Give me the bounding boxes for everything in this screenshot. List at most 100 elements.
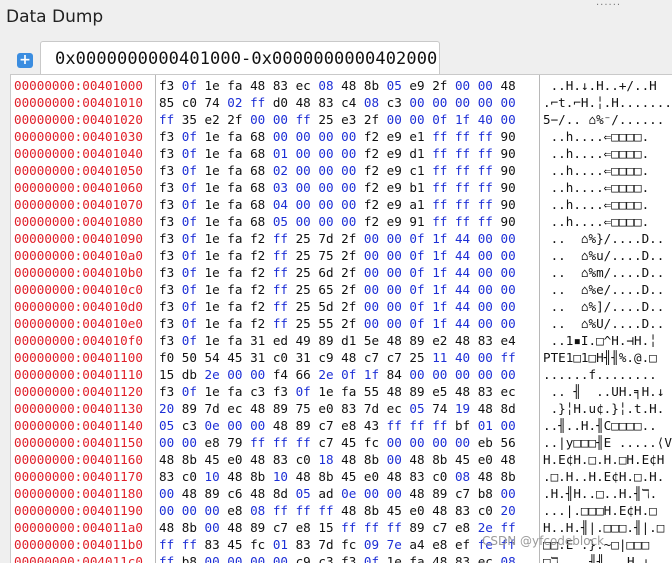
dump-row[interactable]: 00000000:00401170 83 c0 10 48 8b 10 48 8b… <box>11 468 672 485</box>
hex-byte[interactable]: e8 <box>205 435 220 450</box>
hex-byte[interactable]: 00 <box>364 486 379 501</box>
hex-byte[interactable]: 05 <box>273 214 288 229</box>
hex-byte[interactable]: 48 <box>387 333 402 348</box>
hex-byte[interactable]: f3 <box>273 384 288 399</box>
hex-byte[interactable]: 09 <box>364 537 379 552</box>
hex-byte[interactable]: 1e <box>205 333 220 348</box>
hex-byte[interactable]: 25 <box>409 350 424 365</box>
hex-byte[interactable]: ff <box>455 197 470 212</box>
hex-byte[interactable]: 0f <box>409 282 424 297</box>
hex-byte[interactable]: b8 <box>478 486 493 501</box>
hex-byte[interactable]: 68 <box>250 214 265 229</box>
hex-byte[interactable]: f3 <box>159 282 174 297</box>
hex-byte[interactable]: 7d <box>318 537 333 552</box>
hex-byte[interactable]: 44 <box>455 316 470 331</box>
hex-byte[interactable]: 40 <box>455 350 470 365</box>
hex-byte[interactable]: 1f <box>432 265 447 280</box>
hex-byte[interactable]: c4 <box>341 95 356 110</box>
hex-byte[interactable]: 5d <box>318 299 333 314</box>
hex-byte[interactable]: 00 <box>159 486 174 501</box>
hex-byte[interactable]: f2 <box>250 282 265 297</box>
hex-byte[interactable]: 45 <box>205 452 220 467</box>
hex-byte[interactable]: 89 <box>432 486 447 501</box>
hex-byte[interactable]: 00 <box>387 231 402 246</box>
hex-byte[interactable]: 00 <box>341 214 356 229</box>
hex-byte[interactable]: c3 <box>250 384 265 399</box>
hex-byte[interactable]: 83 <box>273 78 288 93</box>
hex-byte[interactable]: 00 <box>455 78 470 93</box>
hex-byte[interactable]: 48 <box>409 486 424 501</box>
hex-byte[interactable]: 00 <box>364 248 379 263</box>
hex-byte[interactable]: f3 <box>159 197 174 212</box>
hex-byte[interactable]: 89 <box>409 333 424 348</box>
hex-byte[interactable]: f3 <box>159 214 174 229</box>
hex-byte[interactable]: 25 <box>296 248 311 263</box>
hex-byte[interactable]: 44 <box>455 248 470 263</box>
hex-byte[interactable]: e9 <box>387 163 402 178</box>
hex-byte[interactable]: f2 <box>364 197 379 212</box>
hex-byte[interactable]: fa <box>227 248 242 263</box>
hex-byte[interactable]: c3 <box>182 418 197 433</box>
hex-byte[interactable]: f2 <box>364 129 379 144</box>
hex-byte[interactable]: 40 <box>478 112 493 127</box>
hex-dump-view[interactable]: 00000000:00401000 f3 0f 1e fa 48 83 ec 08… <box>10 74 672 563</box>
dump-row[interactable]: 00000000:00401020 ff 35 e2 2f 00 00 ff 25… <box>11 111 672 128</box>
hex-byte[interactable]: 00 <box>409 95 424 110</box>
hex-byte[interactable]: 48 <box>432 503 447 518</box>
hex-byte[interactable]: 2f <box>227 112 242 127</box>
hex-byte[interactable]: 66 <box>296 367 311 382</box>
hex-byte[interactable]: ef <box>455 537 470 552</box>
dump-row[interactable]: 00000000:00401040 f3 0f 1e fa 68 01 00 00… <box>11 145 672 162</box>
hex-byte[interactable]: 2e <box>318 367 333 382</box>
hex-byte[interactable]: 00 <box>341 180 356 195</box>
hex-byte[interactable]: fc <box>250 537 265 552</box>
hex-byte[interactable]: 0f <box>182 129 197 144</box>
hex-byte[interactable]: 00 <box>455 95 470 110</box>
hex-byte[interactable]: 0e <box>205 418 220 433</box>
hex-byte[interactable]: 0f <box>409 231 424 246</box>
hex-byte[interactable]: 00 <box>387 299 402 314</box>
hex-byte[interactable]: 00 <box>500 231 515 246</box>
hex-byte[interactable]: b1 <box>409 180 424 195</box>
hex-byte[interactable]: a1 <box>409 197 424 212</box>
hex-byte[interactable]: 2f <box>341 316 356 331</box>
hex-byte[interactable]: 00 <box>273 129 288 144</box>
hex-byte[interactable]: 00 <box>341 129 356 144</box>
hex-byte[interactable]: fc <box>364 435 379 450</box>
dump-row[interactable]: 00000000:004010a0 f3 0f 1e fa f2 ff 25 75… <box>11 247 672 264</box>
hex-byte[interactable]: 00 <box>318 197 333 212</box>
hex-byte[interactable]: 48 <box>478 401 493 416</box>
hex-byte[interactable]: d1 <box>341 333 356 348</box>
hex-byte[interactable]: 02 <box>227 95 242 110</box>
hex-byte[interactable]: 00 <box>318 163 333 178</box>
hex-byte[interactable]: ff <box>273 503 288 518</box>
hex-byte[interactable]: 15 <box>159 367 174 382</box>
hex-byte[interactable]: 0e <box>341 486 356 501</box>
hex-byte[interactable]: fa <box>341 384 356 399</box>
hex-byte[interactable]: 1e <box>205 163 220 178</box>
hex-byte[interactable]: fa <box>227 197 242 212</box>
hex-byte[interactable]: ff <box>387 418 402 433</box>
hex-byte[interactable]: 08 <box>318 78 333 93</box>
hex-byte[interactable]: 8b <box>182 452 197 467</box>
hex-byte[interactable]: fa <box>227 129 242 144</box>
hex-byte[interactable]: 00 <box>341 197 356 212</box>
hex-byte[interactable]: 1e <box>205 78 220 93</box>
hex-byte[interactable]: e0 <box>227 452 242 467</box>
hex-byte[interactable]: 00 <box>182 435 197 450</box>
hex-byte[interactable]: f3 <box>159 78 174 93</box>
hex-byte[interactable]: 89 <box>318 333 333 348</box>
hex-byte[interactable]: 48 <box>250 452 265 467</box>
hex-byte[interactable]: 00 <box>296 214 311 229</box>
hex-byte[interactable]: 83 <box>478 384 493 399</box>
hex-byte[interactable]: 90 <box>500 146 515 161</box>
hex-byte[interactable]: e9 <box>387 197 402 212</box>
dump-row[interactable]: 00000000:00401120 f3 0f 1e fa c3 f3 0f 1e… <box>11 383 672 400</box>
hex-byte[interactable]: ff <box>432 197 447 212</box>
hex-byte[interactable]: e8 <box>432 537 447 552</box>
hex-byte[interactable]: 00 <box>227 418 242 433</box>
hex-byte[interactable]: 1e <box>205 299 220 314</box>
hex-byte[interactable]: 79 <box>227 435 242 450</box>
hex-byte[interactable]: 00 <box>364 282 379 297</box>
hex-byte[interactable]: d1 <box>409 146 424 161</box>
